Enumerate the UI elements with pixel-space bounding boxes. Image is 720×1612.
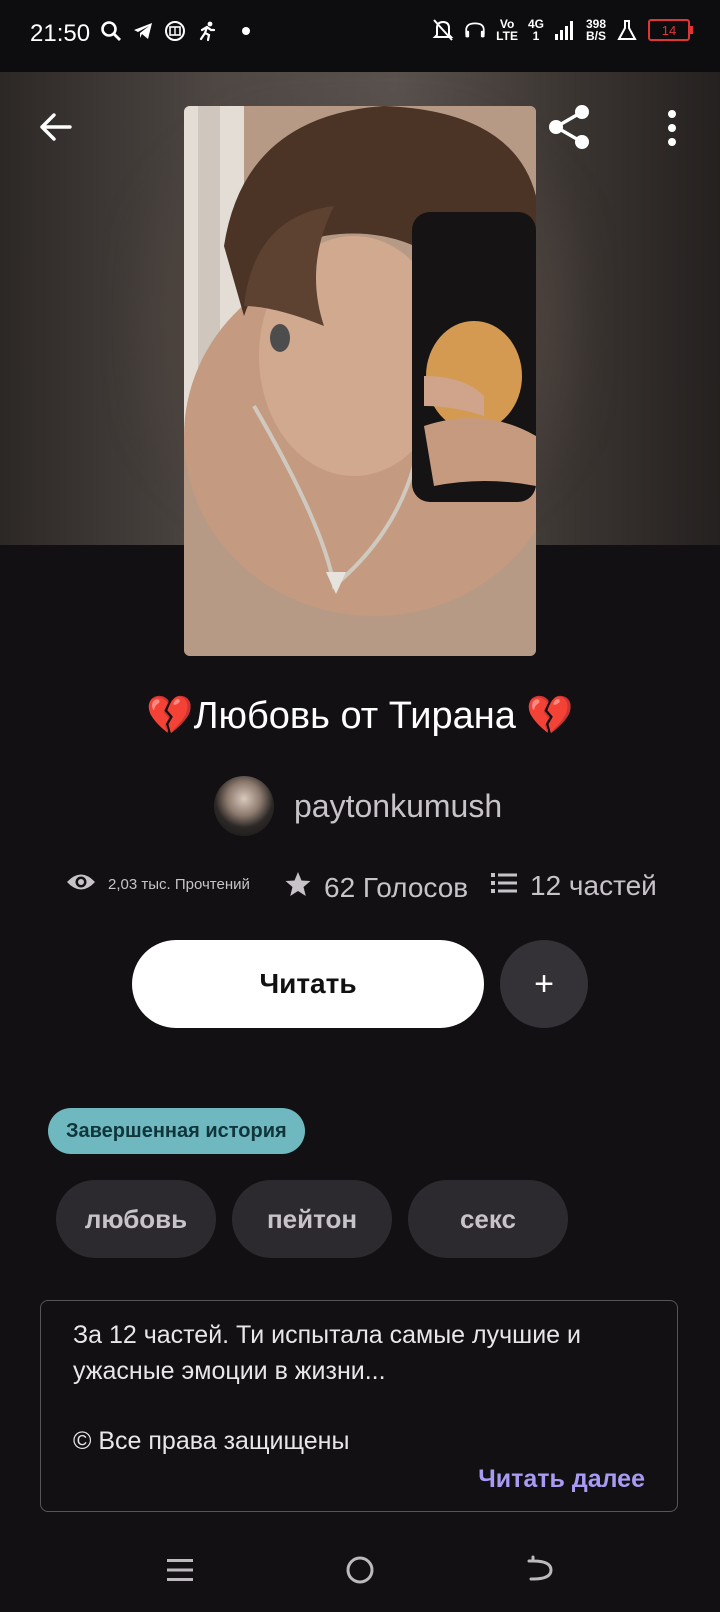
cover-photo xyxy=(184,106,536,656)
parts-stat: 12 частей xyxy=(490,870,657,902)
more-options-button[interactable] xyxy=(662,106,682,150)
tag-chip[interactable]: пейтон xyxy=(232,1180,392,1258)
menu-icon xyxy=(167,1559,193,1581)
search-icon xyxy=(100,20,122,42)
share-icon xyxy=(549,105,589,149)
list-icon xyxy=(490,870,518,902)
tag-chip[interactable]: любовь xyxy=(56,1180,216,1258)
description-card: За 12 частей. Ти испытала самые лучшие и… xyxy=(40,1300,678,1512)
story-stats: 2,03 тыс. Прочтений 62 Голосов 12 частей xyxy=(66,870,666,914)
status-bar: 21:50 Vo LTE 4G 1 398 B/S 14 xyxy=(0,0,720,72)
running-icon xyxy=(196,20,218,42)
add-to-library-button[interactable]: + xyxy=(500,940,588,1028)
star-icon xyxy=(284,870,312,905)
system-navigation-bar xyxy=(0,1540,720,1612)
home-button[interactable] xyxy=(330,1540,390,1600)
votes-count: 62 Голосов xyxy=(324,871,469,903)
tags-list: любовь пейтон секс xyxy=(56,1180,568,1258)
story-cover-image[interactable] xyxy=(184,106,536,656)
parts-count: 12 частей xyxy=(530,870,657,901)
volte-indicator: Vo LTE xyxy=(496,17,518,43)
author-avatar[interactable] xyxy=(214,776,274,836)
read-button[interactable]: Читать xyxy=(132,940,484,1028)
back-button[interactable] xyxy=(34,105,78,149)
status-right-icons: Vo LTE 4G 1 398 B/S 14 xyxy=(432,17,693,43)
votes-stat: 62 Голосов xyxy=(284,870,468,905)
author-row[interactable]: paytonkumush xyxy=(214,776,502,836)
read-more-link[interactable]: Читать далее xyxy=(478,1465,645,1494)
story-description: За 12 частей. Ти испытала самые лучшие и… xyxy=(73,1321,581,1385)
kebab-menu-icon xyxy=(668,110,676,146)
story-title: 💔Любовь от Тирана 💔 xyxy=(146,695,574,737)
author-name[interactable]: paytonkumush xyxy=(294,788,502,825)
network-indicator: 4G 1 xyxy=(527,17,544,43)
arrow-left-icon xyxy=(40,113,72,141)
return-icon xyxy=(527,1555,553,1581)
reads-stat: 2,03 тыс. Прочтений xyxy=(66,870,250,898)
app-icon xyxy=(164,20,186,42)
headphones-icon xyxy=(464,19,486,41)
mute-icon xyxy=(432,19,454,41)
eye-icon xyxy=(66,870,96,898)
recent-apps-button[interactable] xyxy=(150,1540,210,1600)
notification-dot xyxy=(242,27,250,35)
status-time: 21:50 xyxy=(30,20,91,47)
circle-home-icon xyxy=(346,1556,374,1584)
share-button[interactable] xyxy=(544,102,594,152)
telegram-icon xyxy=(132,20,154,42)
tag-chip[interactable]: секс xyxy=(408,1180,568,1258)
status-left-icons xyxy=(100,20,250,42)
back-nav-button[interactable] xyxy=(510,1540,570,1600)
signal-icon xyxy=(554,19,576,41)
copyright-notice: © Все права защищены xyxy=(73,1427,350,1455)
battery-indicator: 14 xyxy=(648,19,693,41)
completed-story-badge: Завершенная история xyxy=(48,1108,305,1154)
network-speed: 398 B/S xyxy=(585,17,606,43)
flask-icon xyxy=(616,19,638,41)
reads-count: 2,03 тыс. Прочтений xyxy=(108,875,250,893)
